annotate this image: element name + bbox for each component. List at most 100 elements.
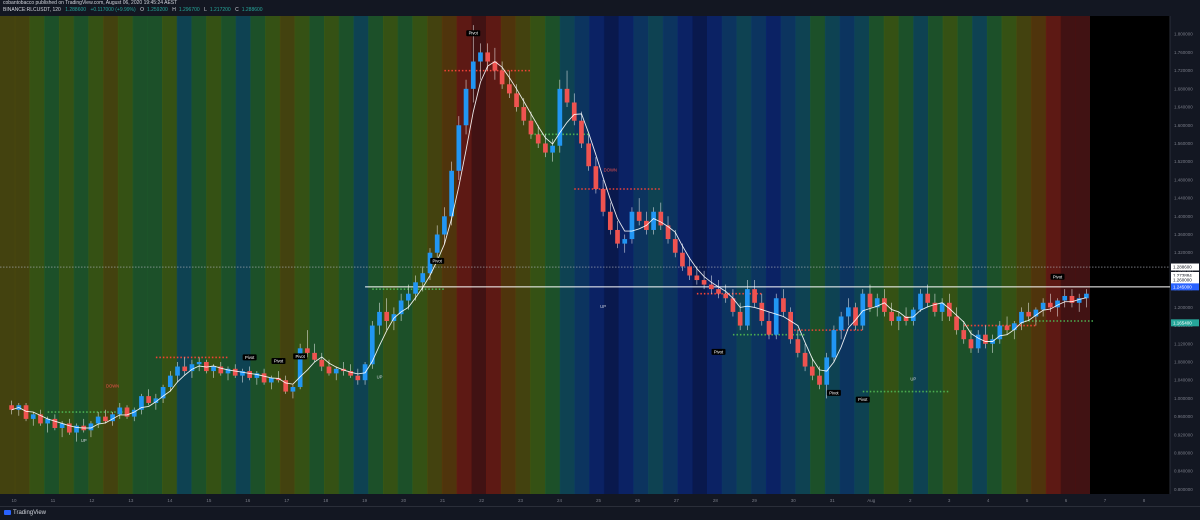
low-label: L xyxy=(204,7,207,13)
candle-body xyxy=(103,416,108,422)
candle-body xyxy=(838,316,844,331)
candle-body xyxy=(333,368,339,374)
candle-body xyxy=(579,120,584,144)
background-band xyxy=(1031,16,1047,494)
y-tick-label: 1.720000 xyxy=(1174,68,1193,73)
background-band xyxy=(486,16,502,494)
candle-body xyxy=(860,293,866,326)
pivot-label: Pivot xyxy=(858,397,868,402)
tradingview-logo[interactable]: TradingView xyxy=(4,510,46,516)
signal-label: UP xyxy=(81,438,87,443)
symbol-ohlc-line: BINANCE:RLCUSDT, 120 1.288600 +0.117000 … xyxy=(3,7,266,13)
price-label: 1.288600 xyxy=(1173,265,1192,270)
candle-body xyxy=(434,234,440,253)
y-tick-label: 0.920000 xyxy=(1174,432,1193,437)
close-label: C xyxy=(235,7,239,13)
candle-body xyxy=(485,52,491,62)
background-band xyxy=(927,16,944,494)
candle-body xyxy=(23,405,29,419)
background-band xyxy=(132,16,148,494)
y-tick-label: 1.200000 xyxy=(1174,305,1193,310)
background-band xyxy=(795,16,811,494)
candle-body xyxy=(196,361,202,365)
candle-body xyxy=(694,275,700,281)
background-band xyxy=(824,16,841,494)
background-band xyxy=(1001,16,1017,494)
pivot-label: Pivot xyxy=(829,390,839,395)
x-tick-label: 10 xyxy=(11,498,17,503)
candle-body xyxy=(456,125,462,171)
candle-body xyxy=(1019,311,1024,324)
background-band xyxy=(176,16,193,494)
candle-body xyxy=(506,84,512,94)
background-band xyxy=(338,16,355,494)
y-tick-label: 1.800000 xyxy=(1174,32,1193,37)
publish-info: cobantobacco published on TradingView.co… xyxy=(3,0,178,6)
background-band xyxy=(854,16,870,494)
candle-body xyxy=(622,239,628,244)
x-tick-label: 31 xyxy=(830,498,836,503)
pivot-label: Pivot xyxy=(433,258,443,263)
y-tick-label: 1.360000 xyxy=(1174,232,1193,237)
candle-body xyxy=(247,371,252,378)
candle-body xyxy=(846,307,851,317)
background-band xyxy=(456,16,472,494)
candle-body xyxy=(442,216,447,235)
candle-body xyxy=(809,366,815,376)
candle-body xyxy=(968,339,974,349)
candle-body xyxy=(672,239,678,253)
brand-label: TradingView xyxy=(13,510,47,517)
candle-body xyxy=(211,366,216,372)
candle-body xyxy=(788,311,793,340)
background-band xyxy=(382,16,399,494)
price-chart[interactable]: 1.800000 1.760000 1.720000 1.680000 1.640000… xyxy=(0,0,1200,520)
candle-body xyxy=(521,107,527,121)
candle-body xyxy=(499,70,505,85)
y-tick-label: 1.680000 xyxy=(1174,86,1193,91)
pivot-label: Pivot xyxy=(1053,274,1063,279)
candle-body xyxy=(117,407,123,415)
y-tick-label: 0.840000 xyxy=(1174,469,1193,474)
background-band xyxy=(279,16,296,494)
candle-body xyxy=(146,396,152,403)
price-label: 1.165400 xyxy=(1173,320,1192,325)
pivot-label: Pivot xyxy=(469,31,479,36)
high-value: 1.296700 xyxy=(178,7,200,13)
background-band xyxy=(603,16,620,494)
background-band xyxy=(986,16,1003,494)
candle-body xyxy=(175,366,180,376)
background-band xyxy=(265,16,281,494)
candle-body xyxy=(470,61,476,89)
background-band xyxy=(147,16,163,494)
x-tick-label: 20 xyxy=(401,498,407,503)
symbol-label[interactable]: BINANCE:RLCUSDT, 120 xyxy=(3,7,61,13)
candle-body xyxy=(571,102,577,121)
candle-body xyxy=(232,368,238,376)
candle-body xyxy=(30,414,36,419)
background-band xyxy=(913,16,929,494)
candle-body xyxy=(1062,295,1068,301)
background-band xyxy=(662,16,679,494)
x-tick-label: 14 xyxy=(167,498,173,503)
x-tick-label: 15 xyxy=(206,498,212,503)
pivot-label: Pivot xyxy=(245,355,255,360)
open-label: O xyxy=(140,7,144,13)
background-band xyxy=(412,16,428,494)
candle-body xyxy=(593,166,599,189)
y-tick-label: 1.760000 xyxy=(1174,50,1193,55)
y-tick-label: 1.080000 xyxy=(1174,359,1193,364)
candle-body xyxy=(550,145,555,153)
x-tick-label: 26 xyxy=(635,498,641,503)
background-band xyxy=(220,16,237,494)
candle-body xyxy=(384,311,390,321)
candle-body xyxy=(600,188,606,212)
candle-body xyxy=(781,298,786,312)
candle-body xyxy=(766,321,772,335)
background-band xyxy=(692,16,708,494)
candle-body xyxy=(817,375,822,385)
background-band xyxy=(589,16,605,494)
candle-body xyxy=(773,298,779,335)
open-value: 1.259200 xyxy=(146,7,168,13)
x-tick-label: 18 xyxy=(323,498,329,503)
background-band xyxy=(942,16,959,494)
